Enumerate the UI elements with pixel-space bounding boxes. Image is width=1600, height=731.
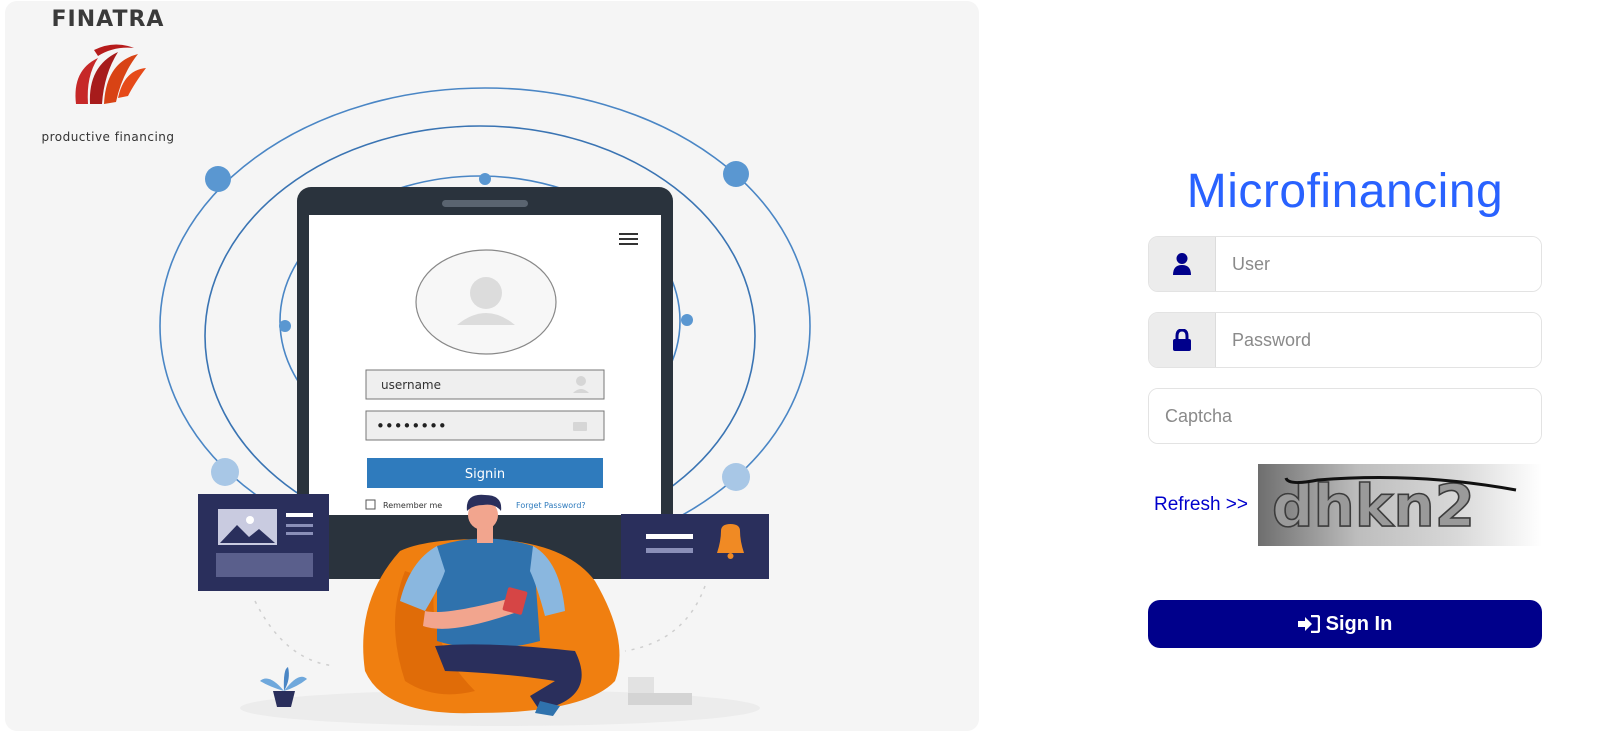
illustration-username: username: [381, 378, 441, 392]
lock-icon: [1173, 329, 1191, 351]
captcha-input-group: [1148, 388, 1542, 444]
illustration-signin: Signin: [465, 467, 505, 482]
brand-tagline: productive financing: [41, 130, 175, 144]
captcha-input[interactable]: [1149, 389, 1541, 443]
illustration-remember: Remember me: [383, 501, 442, 510]
illustration-password: ••••••••: [376, 417, 447, 435]
sign-in-button[interactable]: Sign In: [1148, 600, 1542, 648]
user-input-group: [1148, 236, 1542, 292]
user-icon: [1173, 253, 1191, 275]
form-title: Microfinancing: [1186, 165, 1504, 218]
password-input[interactable]: [1216, 313, 1541, 367]
captcha-row: Refresh >> dhkn2: [1148, 464, 1542, 546]
sign-in-label: Sign In: [1325, 612, 1393, 635]
password-addon: [1149, 313, 1216, 367]
brand-block: FINATRA productive financing: [23, 7, 193, 144]
illustration-forgot: Forget Password?: [516, 501, 586, 510]
login-form: Microfinancing Refresh >>: [1148, 160, 1542, 648]
illustration-panel: username •••••••• Signin Remember me For…: [5, 1, 979, 731]
brand-name: FINATRA: [51, 7, 165, 32]
password-input-group: [1148, 312, 1542, 368]
finatra-logo: [75, 44, 146, 104]
user-input[interactable]: [1216, 237, 1541, 291]
sign-in-icon: [1297, 615, 1320, 633]
user-addon: [1149, 237, 1216, 291]
refresh-captcha-link[interactable]: Refresh >>: [1148, 494, 1258, 516]
captcha-image: dhkn2: [1258, 464, 1542, 546]
